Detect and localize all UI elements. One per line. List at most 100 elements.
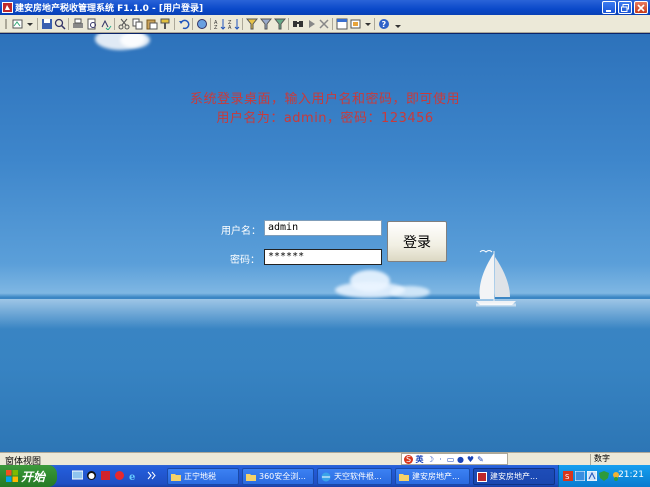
title-bar: 建安房地产税收管理系统 F1.1.0 - [用户登录]	[0, 0, 650, 15]
toolbar: AZ ZA ?	[0, 15, 650, 33]
qq-icon[interactable]	[86, 470, 97, 481]
spelling-icon[interactable]	[100, 18, 112, 30]
format-painter-icon[interactable]	[160, 18, 172, 30]
security-icon[interactable]	[575, 471, 585, 481]
print-preview-icon[interactable]	[86, 18, 98, 30]
dropdown-arrow-icon[interactable]	[24, 18, 36, 30]
close-button[interactable]	[634, 1, 648, 14]
hyperlink-icon[interactable]	[196, 18, 208, 30]
tools-icon[interactable]: ✎	[476, 455, 485, 464]
taskbar-button-5[interactable]: 建安房地产...	[473, 468, 555, 485]
svg-text:S: S	[565, 473, 570, 481]
taskbar-button-label: 天空软件根...	[334, 472, 382, 481]
close-icon	[637, 4, 645, 12]
soft-keyboard-icon[interactable]: ▭	[446, 455, 455, 464]
password-label: 密码：	[230, 255, 260, 266]
instruction-line-2: 用户名为：admin，密码：123456	[216, 111, 434, 126]
toolbar-separator	[192, 18, 193, 30]
filter-by-form-icon[interactable]	[260, 18, 272, 30]
start-button[interactable]: 开始	[0, 465, 57, 487]
toolbar-separator	[114, 18, 115, 30]
sort-ascending-icon[interactable]: AZ	[214, 18, 226, 30]
windows-logo-icon	[6, 470, 18, 482]
filter-by-selection-icon[interactable]	[246, 18, 258, 30]
print-icon[interactable]	[72, 18, 84, 30]
taskbar-button-1[interactable]: 正宁地税	[167, 468, 239, 485]
ime-toolbar[interactable]: S 英 ☽ · ▭ ● ♥ ✎	[401, 453, 508, 465]
username-label: 用户名：	[221, 226, 261, 237]
paste-icon[interactable]	[146, 18, 158, 30]
cut-icon[interactable]	[118, 18, 130, 30]
sailboat-decoration	[476, 251, 516, 307]
toolbar-separator	[332, 18, 333, 30]
toolbar-separator	[288, 18, 289, 30]
skin-icon[interactable]: ♥	[466, 455, 475, 464]
toolbar-separator	[37, 18, 38, 30]
show-desktop-icon[interactable]	[72, 470, 83, 481]
window-title: 建安房地产税收管理系统 F1.1.0 - [用户登录]	[15, 4, 204, 14]
seagull-decoration	[479, 250, 493, 253]
login-instructions: 系统登录桌面，输入用户名和密码，即可使用 用户名为：admin，密码：12345…	[0, 90, 650, 128]
copy-icon[interactable]	[132, 18, 144, 30]
system-tray: S 21:21	[558, 465, 650, 487]
cloud-decoration	[390, 286, 430, 298]
login-button[interactable]: 登录	[387, 221, 447, 262]
taskbar: 开始 e 正宁地税 360安全浏... 天空软件根... 建安房地产... 建安…	[0, 465, 650, 487]
folder-icon	[246, 473, 256, 481]
taskbar-button-2[interactable]: 360安全浏...	[242, 468, 314, 485]
shield-icon[interactable]	[599, 471, 609, 481]
ie-icon[interactable]: e	[128, 470, 139, 481]
folder-icon	[399, 473, 409, 481]
num-lock-indicator: 数字	[590, 454, 650, 465]
horizon-glow	[0, 299, 650, 329]
toolbar-separator	[174, 18, 175, 30]
help-icon[interactable]: ?	[378, 18, 390, 30]
moon-icon[interactable]: ☽	[426, 455, 435, 464]
status-bar: 窗体视图 S 英 ☽ · ▭ ● ♥ ✎ 数字	[0, 452, 650, 467]
search-icon[interactable]	[54, 18, 66, 30]
network-icon[interactable]	[587, 471, 597, 481]
apply-filter-icon[interactable]	[274, 18, 286, 30]
password-field[interactable]: ******	[264, 249, 382, 265]
user-icon[interactable]: ●	[456, 455, 465, 464]
punctuation-icon[interactable]: ·	[436, 455, 445, 464]
save-icon[interactable]	[41, 18, 53, 30]
find-icon[interactable]	[292, 18, 304, 30]
app-icon	[477, 471, 487, 482]
minimize-icon	[606, 10, 611, 12]
svg-text:A: A	[228, 25, 232, 30]
ime-logo-icon: S	[404, 454, 413, 464]
delete-record-icon[interactable]	[318, 18, 330, 30]
red-app-icon[interactable]	[100, 470, 111, 481]
svg-text:e: e	[129, 472, 135, 481]
instruction-line-1: 系统登录桌面，输入用户名和密码，即可使用	[189, 92, 460, 107]
ime-tray-icon[interactable]: S	[563, 471, 573, 481]
folder-icon	[171, 473, 181, 481]
dropdown-arrow-icon[interactable]	[362, 18, 374, 30]
toolbar-separator	[210, 18, 211, 30]
start-label: 开始	[21, 469, 46, 484]
taskbar-button-label: 正宁地税	[184, 472, 216, 481]
database-window-icon[interactable]	[336, 18, 348, 30]
view-icon[interactable]	[12, 18, 24, 30]
minimize-button[interactable]	[602, 1, 616, 14]
new-object-icon[interactable]	[350, 18, 362, 30]
quick-launch-expand-icon[interactable]	[146, 470, 157, 481]
ime-lang-label[interactable]: 英	[414, 455, 425, 464]
new-record-icon[interactable]	[306, 18, 318, 30]
media-icon[interactable]	[114, 470, 125, 481]
clock: 21:21	[618, 470, 644, 480]
restore-button[interactable]	[618, 1, 632, 14]
taskbar-button-label: 建安房地产...	[412, 472, 460, 481]
taskbar-button-label: 360安全浏...	[259, 472, 306, 481]
toolbar-separator	[374, 18, 375, 30]
taskbar-button-4[interactable]: 建安房地产...	[395, 468, 470, 485]
taskbar-button-label: 建安房地产...	[490, 472, 538, 481]
taskbar-button-3[interactable]: 天空软件根...	[317, 468, 392, 485]
sort-descending-icon[interactable]: ZA	[228, 18, 240, 30]
toolbar-options-icon[interactable]	[392, 18, 404, 30]
undo-icon[interactable]	[178, 18, 190, 30]
svg-text:Z: Z	[214, 25, 218, 30]
toolbar-separator	[68, 18, 69, 30]
username-field[interactable]: admin	[264, 220, 382, 236]
